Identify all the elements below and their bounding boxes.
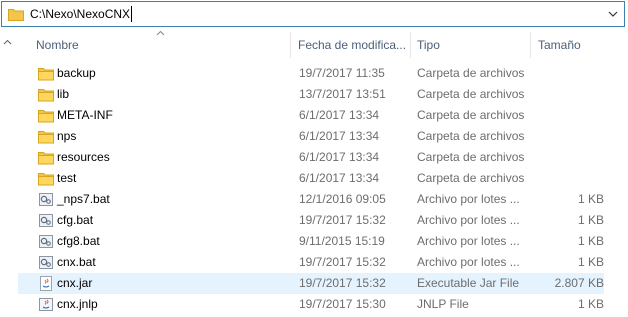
address-path[interactable]: C:\Nexo\NexoCNX [29,6,131,22]
file-row[interactable]: nps 6/1/2017 13:34 Carpeta de archivos [18,126,604,147]
folder-icon [8,9,24,21]
file-name: cnx.bat [57,255,96,269]
file-type: Carpeta de archivos [417,129,525,143]
java-jnlp-icon [39,298,53,311]
file-type: Archivo por lotes ... [417,213,520,227]
file-name: _nps7.bat [57,192,110,206]
file-size: 1 KB [577,255,604,269]
file-name: META-INF [57,108,113,122]
file-date: 6/1/2017 13:34 [299,129,380,143]
file-name: nps [57,129,77,143]
file-name: test [57,171,77,185]
column-size[interactable]: Tamaño [538,28,581,62]
file-type: Executable Jar File [417,276,520,290]
file-row[interactable]: META-INF 6/1/2017 13:34 Carpeta de archivo… [18,105,604,126]
file-name: resources [57,150,110,164]
file-date: 19/7/2017 15:32 [299,255,386,269]
file-type: Carpeta de archivos [417,171,525,185]
scroll-up-icon[interactable] [3,38,12,47]
folder-icon [38,110,54,123]
file-row[interactable]: _nps7.bat 12/1/2016 09:05 Archivo por lote… [18,189,604,210]
file-type: Carpeta de archivos [417,66,525,80]
column-divider[interactable] [290,32,291,58]
file-size: 1 KB [577,213,604,227]
file-size [534,105,604,126]
bat-file-icon [39,235,53,248]
file-date: 12/1/2016 09:05 [299,192,386,206]
text-caret [131,6,132,22]
bat-file-icon [39,256,53,269]
file-row[interactable]: cnx.jar 19/7/2017 15:32 Executable Jar Fil… [18,273,604,294]
file-date: 19/7/2017 11:35 [299,66,385,80]
column-date[interactable]: Fecha de modifica... [298,28,406,62]
folder-icon [38,68,54,81]
file-size [534,63,604,84]
file-size: 1 KB [577,192,604,206]
file-name: cnx.jnlp [57,297,98,311]
column-type[interactable]: Tipo [417,28,440,62]
file-type: Archivo por lotes ... [417,255,520,269]
column-divider[interactable] [530,32,531,58]
file-type: JNLP File [417,297,469,311]
file-date: 9/11/2015 15:19 [299,234,385,248]
file-row[interactable]: cnx.jnlp 19/7/2017 15:30 JNLP File 1 KB [18,294,604,315]
file-type: Carpeta de archivos [417,87,525,101]
file-type: Carpeta de archivos [417,108,525,122]
java-jar-icon [40,276,52,291]
file-list: backup 19/7/2017 11:35 Carpeta de archivos… [18,63,628,315]
file-date: 6/1/2017 13:34 [299,150,380,164]
file-row[interactable]: backup 19/7/2017 11:35 Carpeta de archivos [18,63,604,84]
file-type: Archivo por lotes ... [417,234,520,248]
chevron-down-icon[interactable] [607,8,619,20]
file-date: 19/7/2017 15:32 [299,213,386,227]
folder-icon [38,173,54,186]
file-date: 19/7/2017 15:32 [299,276,386,290]
file-row[interactable]: cfg8.bat 9/11/2015 15:19 Archivo por lotes… [18,231,604,252]
file-size [534,126,604,147]
file-name: cfg8.bat [57,234,100,248]
file-size: 1 KB [577,234,604,248]
file-size: 1 KB [577,297,604,311]
folder-icon [38,131,54,144]
file-date: 6/1/2017 13:34 [299,171,380,185]
bat-file-icon [39,214,53,227]
file-size: 2.807 KB [554,276,604,290]
file-type: Carpeta de archivos [417,150,525,164]
file-row[interactable]: resources 6/1/2017 13:34 Carpeta de archiv… [18,147,604,168]
file-name: cfg.bat [57,213,94,227]
folder-icon [38,89,54,102]
file-row[interactable]: test 6/1/2017 13:34 Carpeta de archivos [18,168,604,189]
file-row[interactable]: lib 13/7/2017 13:51 Carpeta de archivos [18,84,604,105]
nav-pane-edge [0,28,14,317]
address-bar[interactable]: C:\Nexo\NexoCNX [1,1,625,27]
column-name[interactable]: Nombre [36,28,79,62]
bat-file-icon [39,193,53,206]
file-size [534,84,604,105]
file-row[interactable]: cfg.bat 19/7/2017 15:32 Archivo por lotes … [18,210,604,231]
file-name: lib [57,87,70,101]
file-size [534,147,604,168]
sort-ascending-icon [156,30,165,36]
file-name: backup [57,66,96,80]
file-type: Archivo por lotes ... [417,192,520,206]
file-row[interactable]: cnx.bat 19/7/2017 15:32 Archivo por lotes … [18,252,604,273]
folder-icon [38,152,54,165]
column-divider[interactable] [410,32,411,58]
file-name: cnx.jar [57,276,93,290]
file-size [534,168,604,189]
file-date: 13/7/2017 13:51 [299,87,386,101]
file-date: 19/7/2017 15:30 [299,297,386,311]
file-date: 6/1/2017 13:34 [299,108,380,122]
column-header: Nombre Fecha de modifica... Tipo Tamaño [18,28,628,62]
